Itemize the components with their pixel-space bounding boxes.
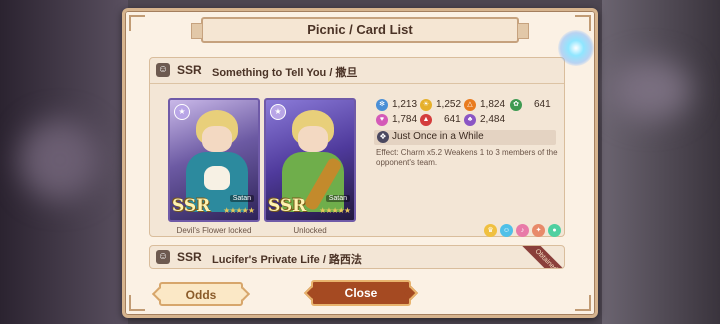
card-art-rarity: SSR xyxy=(268,196,307,216)
chat-icon: ● xyxy=(548,224,561,237)
card-name: Something to Tell You / 撒旦 xyxy=(212,67,358,79)
card-caption-unlocked: Unlocked xyxy=(293,226,327,235)
sun-icon: ☀ xyxy=(420,99,432,111)
obtained-ribbon: Obtained xyxy=(513,246,564,268)
background-right xyxy=(602,0,720,324)
cat-plush xyxy=(204,166,230,190)
cat-icon: ☺ xyxy=(156,63,170,77)
cat-icon: ☺ xyxy=(156,250,170,264)
featured-card-section: ☺ SSR Something to Tell You / 撒旦 ★ Satan… xyxy=(149,57,565,237)
note-icon: ♪ xyxy=(516,224,529,237)
character-face xyxy=(202,126,232,152)
card-caption-locked: Devil's Flower locked xyxy=(176,226,252,235)
star-rating-icon: ★★★★★ xyxy=(319,206,351,215)
dragon-icon: ▲ xyxy=(420,114,432,126)
wand-icon: ✦ xyxy=(532,224,545,237)
pride-icon: ✻ xyxy=(376,99,388,111)
skill-effect: Effect: Charm x5.2 Weakens 1 to 3 member… xyxy=(376,148,558,167)
close-button[interactable]: Close xyxy=(311,280,411,306)
character-face xyxy=(298,126,328,152)
card-art-locked[interactable]: ★ Satan SSR ★★★★★ xyxy=(168,98,260,222)
attribute-icon: ★ xyxy=(174,104,190,120)
card-rarity: SSR xyxy=(177,250,202,264)
card-character-name: Satan xyxy=(229,195,254,202)
attribute-icon: ★ xyxy=(270,104,286,120)
card-art-rarity: SSR xyxy=(172,196,211,216)
skill-name: Just Once in a While xyxy=(392,131,484,142)
stat-value: 641 xyxy=(534,99,551,110)
stat-value: 1,784 xyxy=(392,114,418,125)
face-icon: ☺ xyxy=(500,224,513,237)
card-list-dialog: Picnic / Card List ☺ SSR Something to Te… xyxy=(122,8,598,318)
card-rarity: SSR xyxy=(177,63,202,77)
skill-icon: ❖ xyxy=(377,131,389,143)
card-character-name: Satan xyxy=(325,195,350,202)
panel-corner-ornament xyxy=(575,15,591,31)
card-header: ☺ SSR Something to Tell You / 撒旦 xyxy=(150,58,564,84)
dialog-title: Picnic / Card List xyxy=(191,17,529,43)
panel-corner-ornament xyxy=(575,295,591,311)
odds-button[interactable]: Odds xyxy=(159,282,243,306)
card-name: Lucifer's Private Life / 路西法 xyxy=(212,254,362,266)
background-blur xyxy=(610,60,690,120)
heart-icon: ♥ xyxy=(376,114,388,126)
stat-value: 2,484 xyxy=(480,114,506,125)
flame-icon: △ xyxy=(464,99,476,111)
panel-corner-ornament xyxy=(129,295,145,311)
panel-corner-ornament xyxy=(129,15,145,31)
leaf-icon: ✿ xyxy=(510,99,522,111)
stat-value: 641 xyxy=(444,114,461,125)
stat-value: 1,824 xyxy=(480,99,506,110)
stat-value: 1,252 xyxy=(436,99,462,110)
background-blur xyxy=(20,120,100,200)
sparkle-effect xyxy=(558,30,594,66)
crown-icon: ♛ xyxy=(484,224,497,237)
card-art-unlocked[interactable]: ★ Satan SSR ★★★★★ xyxy=(264,98,356,222)
symbol-icon: ♣ xyxy=(464,114,476,126)
skill-bar: ❖ Just Once in a While xyxy=(374,130,556,145)
star-rating-icon: ★★★★★ xyxy=(223,206,255,215)
stat-value: 1,213 xyxy=(392,99,418,110)
second-card-section[interactable]: ☺ SSR Lucifer's Private Life / 路西法 Obtai… xyxy=(149,245,565,269)
